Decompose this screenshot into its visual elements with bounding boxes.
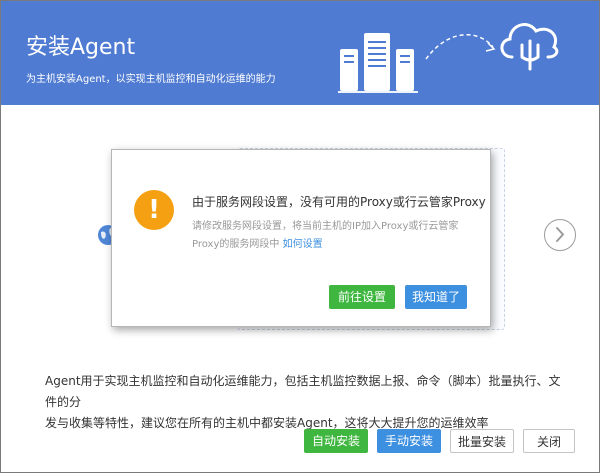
how-to-set-link[interactable]: 如何设置: [283, 239, 323, 250]
dialog-title: 由于服务网段设置，没有可用的Proxy或行云管家Proxy: [192, 195, 486, 209]
got-it-button[interactable]: 我知道了: [405, 285, 467, 309]
dialog-desc-line-2: Proxy的服务网段中 如何设置: [192, 236, 482, 254]
install-agent-window: 安装Agent 为主机安装Agent，以实现主机监控和自动化运维的能力 Agen…: [0, 0, 600, 473]
header-banner: 安装Agent 为主机安装Agent，以实现主机监控和自动化运维的能力: [1, 1, 599, 105]
close-button[interactable]: 关闭: [523, 429, 575, 453]
cloud-upload-icon: [500, 23, 559, 71]
next-slide-button[interactable]: [544, 219, 576, 251]
warning-icon: !: [134, 190, 174, 230]
auto-install-button[interactable]: 自动安装: [304, 429, 368, 453]
description-line-1: Agent用于实现主机监控和自动化运维能力，包括主机监控数据上报、命令（脚本）批…: [45, 374, 561, 409]
dialog-description: 请修改服务网段设置，将当前主机的IP加入Proxy或行云管家 Proxy的服务网…: [192, 218, 482, 254]
page-subtitle: 为主机安装Agent，以实现主机监控和自动化运维的能力: [26, 74, 276, 85]
proxy-warning-dialog: ! 由于服务网段设置，没有可用的Proxy或行云管家Proxy 请修改服务网段设…: [111, 149, 491, 327]
manual-install-button[interactable]: 手动安装: [377, 429, 441, 453]
page-title: 安装Agent: [26, 35, 136, 60]
chevron-right-icon: [556, 227, 564, 242]
dialog-desc-prefix: Proxy的服务网段中: [192, 239, 280, 250]
batch-install-button[interactable]: 批量安装: [450, 429, 514, 453]
go-to-settings-button[interactable]: 前往设置: [329, 285, 395, 309]
agent-description: Agent用于实现主机监控和自动化运维能力，包括主机监控数据上报、命令（脚本）批…: [45, 371, 565, 434]
dialog-desc-line-1: 请修改服务网段设置，将当前主机的IP加入Proxy或行云管家: [192, 221, 459, 232]
